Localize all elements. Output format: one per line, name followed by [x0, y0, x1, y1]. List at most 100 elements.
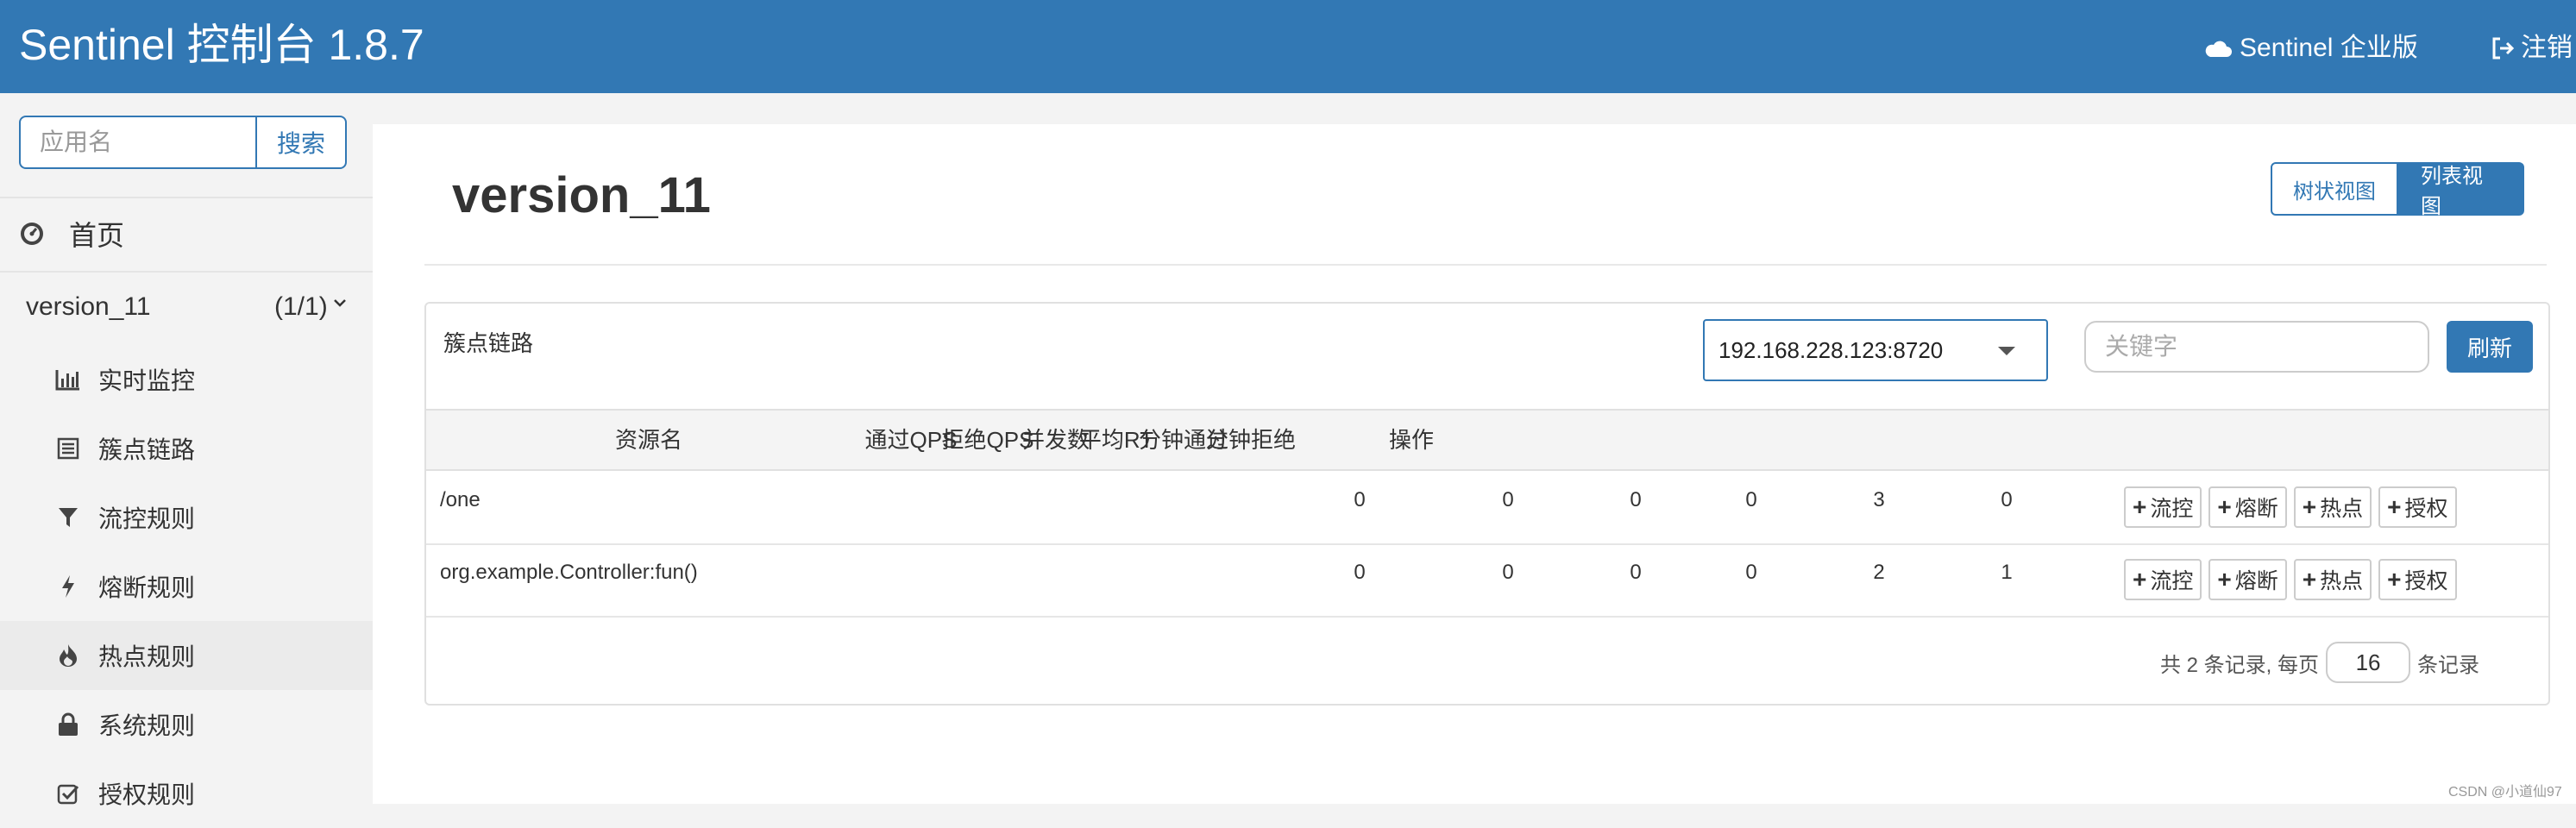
watermark: CSDN @小道仙97	[2448, 785, 2562, 800]
bar-chart-icon	[55, 368, 81, 391]
add-degrade-rule-button[interactable]: + 熔断	[2208, 486, 2287, 528]
plus-icon: +	[2133, 493, 2147, 520]
chevron-down-icon	[334, 299, 346, 307]
filter-icon	[55, 506, 81, 529]
keyword-input[interactable]	[2084, 321, 2429, 373]
pager-suffix: 条记录	[2417, 653, 2480, 677]
sidebar-item-label: 热点规则	[98, 643, 196, 670]
caret-down-icon	[1998, 347, 2015, 355]
sidebar-app-version-11[interactable]: version_11 (1/1)	[0, 271, 373, 343]
row-actions: + 流控 + 熔断 + 热点 + 授权	[2124, 559, 2464, 600]
plus-icon: +	[2387, 493, 2402, 520]
add-flow-rule-button[interactable]: + 流控	[2124, 486, 2202, 528]
plus-icon: +	[2387, 566, 2402, 593]
resource-name: /one	[440, 488, 481, 511]
cloud-icon	[2205, 41, 2232, 57]
app-name: version_11	[26, 292, 151, 321]
column-header-actions: 操作	[1388, 427, 1434, 453]
action-label: 熔断	[2234, 497, 2278, 521]
sidebar-item-label: 熔断规则	[98, 574, 196, 601]
app-search: 搜索	[19, 116, 347, 169]
check-square-icon	[55, 782, 81, 805]
minute-block-cell: 0	[2001, 488, 2013, 511]
action-label: 热点	[2320, 497, 2364, 521]
table-row: /one 0 0 0 0 3 0 + 流控 + 熔断 + 热点 + 授权	[426, 473, 2548, 545]
action-label: 热点	[2320, 569, 2364, 593]
table-row: org.example.Controller:fun() 0 0 0 0 2 1…	[426, 545, 2548, 618]
enterprise-link-label: Sentinel 企业版	[2240, 34, 2418, 62]
resource-card: 簇点链路 192.168.228.123:8720 刷新 资源名 通过QPS 拒…	[424, 302, 2550, 706]
add-degrade-rule-button[interactable]: + 熔断	[2208, 559, 2287, 600]
pagination: 共 2 条记录, 每页 条记录	[2160, 642, 2479, 683]
list-view-button[interactable]: 列表视图	[2398, 162, 2524, 218]
table-header: 资源名 通过QPS 拒绝QPS 并发数 平均RT 分钟通过 分钟拒绝 操作	[426, 409, 2548, 471]
avg-rt-cell: 0	[1745, 561, 1757, 584]
action-label: 授权	[2404, 497, 2448, 521]
main-content: version_11 树状视图 列表视图 簇点链路 192.168.228.12…	[373, 124, 2576, 804]
block-qps-cell: 0	[1502, 561, 1514, 584]
pass-qps-cell: 0	[1354, 561, 1366, 584]
lightning-icon	[55, 574, 81, 599]
top-navbar: Sentinel 控制台 1.8.7 Sentinel 企业版 注销	[0, 0, 2576, 93]
list-icon	[55, 437, 81, 460]
lock-icon	[55, 712, 81, 737]
sidebar-item-label: 系统规则	[98, 712, 196, 739]
sidebar-item-cluster-link[interactable]: 簇点链路	[0, 414, 373, 483]
plus-icon: +	[2217, 566, 2232, 593]
brand-title[interactable]: Sentinel 控制台 1.8.7	[19, 19, 424, 71]
refresh-button[interactable]: 刷新	[2447, 321, 2533, 373]
avg-rt-cell: 0	[1745, 488, 1757, 511]
sidebar-item-param-flow-rules[interactable]: 热点规则	[0, 621, 373, 690]
search-button[interactable]: 搜索	[255, 116, 347, 169]
enterprise-link[interactable]: Sentinel 企业版	[2203, 31, 2418, 66]
page-size-input[interactable]	[2326, 642, 2411, 683]
pager-total: 共 2 条记录, 每页	[2160, 653, 2320, 677]
sidebar-item-system-rules[interactable]: 系统规则	[0, 690, 373, 759]
column-header-minute-block: 分钟拒绝	[1205, 427, 1296, 453]
fire-icon	[55, 643, 81, 668]
machine-select-value: 192.168.228.123:8720	[1718, 336, 1944, 363]
add-authority-rule-button[interactable]: + 授权	[2378, 486, 2457, 528]
minute-block-cell: 1	[2001, 561, 2013, 584]
action-label: 熔断	[2234, 569, 2278, 593]
add-flow-rule-button[interactable]: + 流控	[2124, 559, 2202, 600]
action-label: 授权	[2404, 569, 2448, 593]
concurrency-cell: 0	[1630, 561, 1642, 584]
sidebar-item-label: 实时监控	[98, 367, 196, 394]
plus-icon: +	[2217, 493, 2232, 520]
logout-label: 注销	[2521, 34, 2573, 62]
plus-icon: +	[2302, 566, 2317, 593]
plus-icon: +	[2302, 493, 2317, 520]
action-label: 流控	[2150, 569, 2194, 593]
resource-name: org.example.Controller:fun()	[440, 561, 698, 584]
machine-select[interactable]: 192.168.228.123:8720	[1703, 319, 2048, 381]
sign-out-icon	[2492, 37, 2515, 60]
logout-link[interactable]: 注销	[2490, 31, 2573, 66]
app-search-input[interactable]	[19, 116, 255, 169]
title-divider	[424, 264, 2547, 266]
sidebar-item-flow-rules[interactable]: 流控规则	[0, 483, 373, 552]
add-authority-rule-button[interactable]: + 授权	[2378, 559, 2457, 600]
tree-view-button[interactable]: 树状视图	[2271, 162, 2398, 216]
action-label: 流控	[2150, 497, 2194, 521]
minute-pass-cell: 2	[1873, 561, 1885, 584]
column-header-resource: 资源名	[614, 427, 682, 453]
minute-pass-cell: 3	[1873, 488, 1885, 511]
sidebar-item-label: 簇点链路	[98, 436, 196, 463]
sidebar: 搜索 首页 version_11 (1/1) 实时监控	[0, 93, 373, 808]
plus-icon: +	[2133, 566, 2147, 593]
block-qps-cell: 0	[1502, 488, 1514, 511]
add-param-flow-rule-button[interactable]: + 热点	[2293, 486, 2372, 528]
view-toggle: 树状视图 列表视图	[2271, 162, 2524, 218]
dashboard-icon	[21, 223, 43, 245]
sidebar-item-degrade-rules[interactable]: 熔断规则	[0, 552, 373, 621]
concurrency-cell: 0	[1630, 488, 1642, 511]
sidebar-item-authority-rules[interactable]: 授权规则	[0, 759, 373, 828]
page-title: version_11	[452, 167, 711, 223]
add-param-flow-rule-button[interactable]: + 热点	[2293, 559, 2372, 600]
pass-qps-cell: 0	[1354, 488, 1366, 511]
sidebar-item-home[interactable]: 首页	[0, 198, 373, 269]
sidebar-item-realtime-monitor[interactable]: 实时监控	[0, 345, 373, 414]
sidebar-item-label: 流控规则	[98, 505, 196, 532]
sidebar-item-label: 首页	[69, 220, 125, 251]
